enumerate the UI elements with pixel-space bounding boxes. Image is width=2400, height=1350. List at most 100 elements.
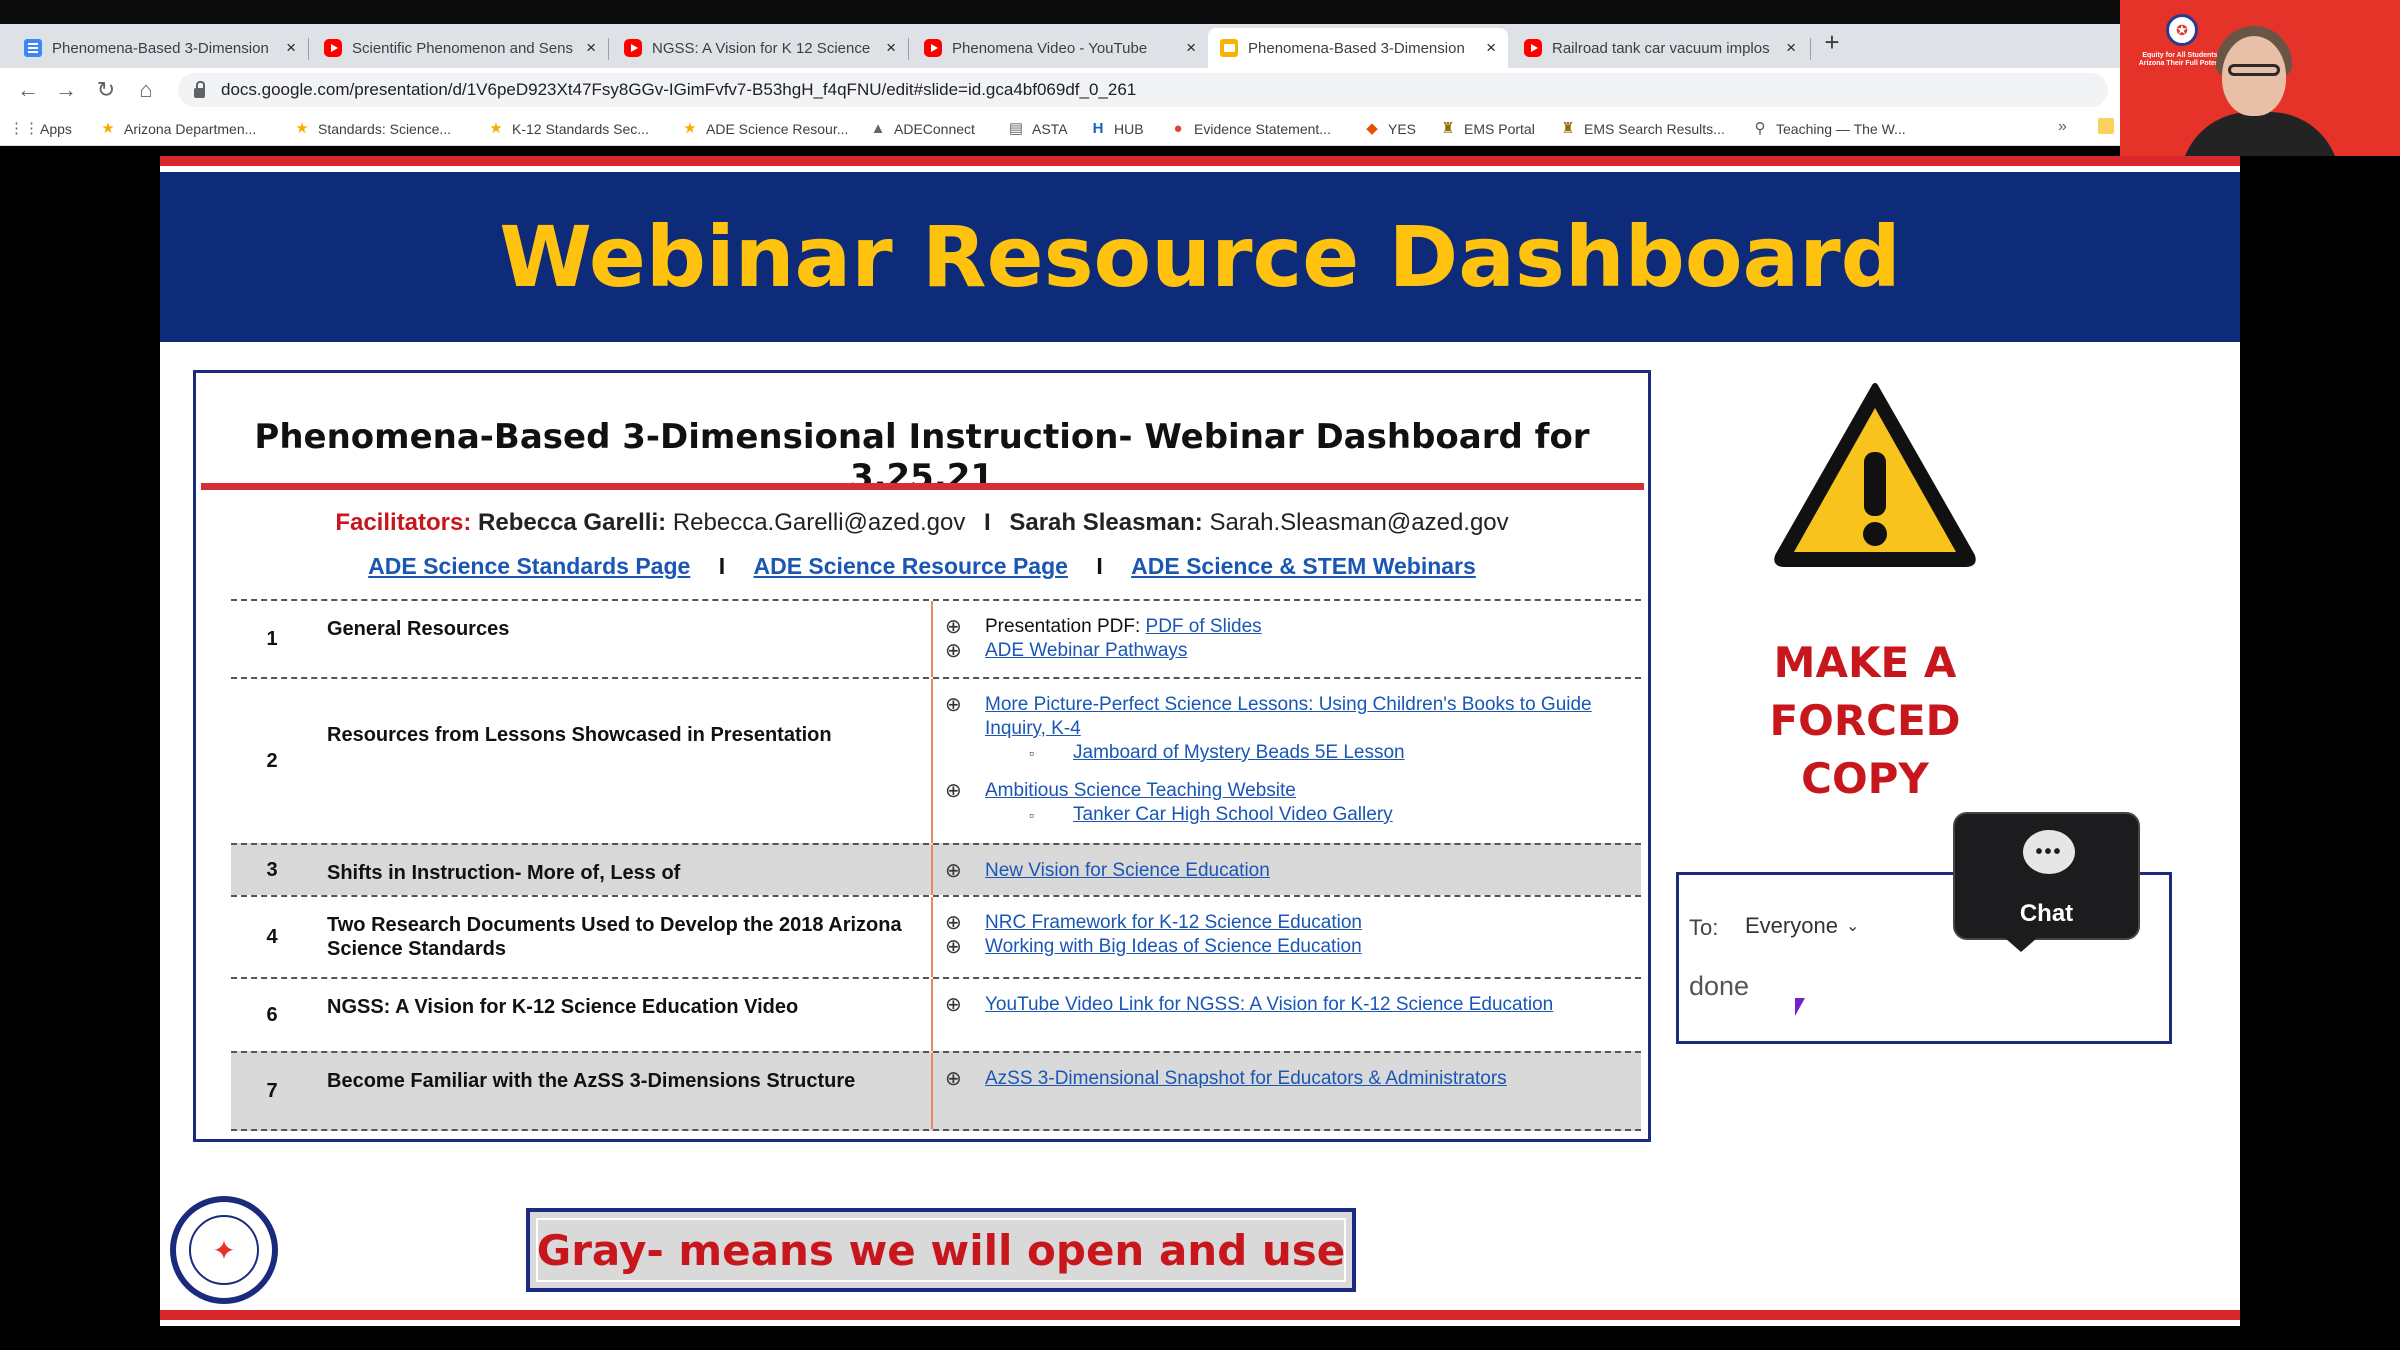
bookmark-evidence-statements[interactable]: ● Evidence Statement... [1170, 118, 1331, 140]
facilitator-separator: I [984, 509, 991, 536]
chat-recipient-select[interactable]: Everyone ⌄ [1733, 903, 1872, 949]
tab-separator [308, 38, 309, 60]
close-icon[interactable]: × [576, 38, 596, 58]
star-icon: ★ [295, 120, 309, 137]
docs-icon [24, 39, 42, 57]
row-number: 2 [266, 749, 278, 772]
bookmark-yes[interactable]: ◆ YES [1364, 118, 1416, 140]
close-icon[interactable]: × [1176, 38, 1196, 58]
tab-phenomena-video[interactable]: Phenomena Video - YouTube × [912, 28, 1208, 68]
circle-plus-bullet-icon: ⊕ [945, 780, 962, 802]
chat-button[interactable]: ••• Chat [1953, 812, 2140, 952]
gray-legend-note: Gray- means we will open and use [526, 1208, 1356, 1292]
tab-title: Scientific Phenomenon and Sens [352, 39, 573, 57]
youtube-icon [924, 39, 942, 57]
folder-icon[interactable] [2098, 118, 2114, 134]
bookmark-hub[interactable]: H HUB [1090, 118, 1144, 140]
bookmark-asta[interactable]: ▤ ASTA [1008, 118, 1068, 140]
bookmark-label: Arizona Departmen... [124, 121, 257, 137]
bookmarks-bar: ⋮⋮ Apps ★ Arizona Departmen... ★ Standar… [0, 112, 2120, 146]
resource-link[interactable]: More Picture-Perfect Science Lessons: Us… [985, 694, 1592, 739]
resource-link[interactable]: New Vision for Science Education [985, 860, 1270, 881]
ade-links-line: ADE Science Standards Page I ADE Science… [196, 553, 1648, 580]
resource-link[interactable]: AzSS 3-Dimensional Snapshot for Educator… [985, 1068, 1507, 1089]
circle-plus-bullet-icon: ⊕ [945, 912, 962, 934]
resource-link[interactable]: PDF of Slides [1146, 616, 1262, 637]
tab-phenomena-slides[interactable]: Phenomena-Based 3-Dimension × [1208, 28, 1508, 68]
close-icon[interactable]: × [276, 38, 296, 58]
bookmark-label: HUB [1114, 121, 1144, 137]
facilitator-email: Rebecca.Garelli@azed.gov [672, 509, 966, 536]
row-title: Resources from Lessons Showcased in Pres… [313, 679, 933, 843]
resource-item: ⊕ YouTube Video Link for NGSS: A Vision f… [945, 993, 1621, 1017]
resource-link[interactable]: NRC Framework for K-12 Science Education [985, 912, 1362, 933]
reload-icon[interactable]: ↻ [92, 76, 120, 104]
facilitator-name: Rebecca Garelli: [478, 509, 667, 536]
resource-link[interactable]: Working with Big Ideas of Science Educat… [985, 936, 1362, 957]
bookmark-standards-science[interactable]: ★ Standards: Science... [294, 118, 451, 140]
resource-prefix: Presentation PDF: [985, 616, 1146, 637]
resource-link[interactable]: Tanker Car High School Video Gallery [1073, 804, 1393, 825]
resource-link[interactable]: YouTube Video Link for NGSS: A Vision fo… [985, 994, 1553, 1015]
resource-item: ⊕ NRC Framework for K-12 Science Educatio… [945, 911, 1621, 935]
bookmark-ade-science-resources[interactable]: ★ ADE Science Resour... [682, 118, 848, 140]
resource-link[interactable]: ADE Webinar Pathways [985, 640, 1187, 661]
ems-icon: ♜ [1441, 120, 1455, 137]
yes-icon: ◆ [1366, 120, 1378, 137]
more-bookmarks-icon[interactable]: » [2058, 118, 2067, 136]
star-icon: ★ [489, 120, 503, 137]
hub-icon: H [1092, 120, 1104, 137]
tab-title: Phenomena-Based 3-Dimension [1248, 39, 1465, 57]
tab-title: NGSS: A Vision for K 12 Science [652, 39, 871, 57]
ade-science-resource-link[interactable]: ADE Science Resource Page [753, 553, 1067, 579]
close-icon[interactable]: × [876, 38, 896, 58]
row-title: Shifts in Instruction- More of, Less of [313, 845, 933, 895]
tab-railroad-tank-car[interactable]: Railroad tank car vacuum implos × [1512, 28, 1808, 68]
bookmark-ems-search[interactable]: ♜ EMS Search Results... [1560, 118, 1725, 140]
url-text: docs.google.com/presentation/d/1V6peD923… [221, 80, 1137, 99]
dashboard-rule [201, 483, 1644, 490]
tab-title: Phenomena Video - YouTube [952, 39, 1148, 57]
row-number: 1 [266, 627, 278, 650]
bookmark-k12-standards[interactable]: ★ K-12 Standards Sec... [488, 118, 649, 140]
ade-seal-logo: ✦ [170, 1196, 278, 1304]
facilitators-label: Facilitators: [335, 509, 472, 536]
bookmark-teaching[interactable]: ⚲ Teaching — The W... [1752, 118, 1906, 140]
address-bar[interactable]: docs.google.com/presentation/d/1V6peD923… [178, 73, 2108, 107]
resource-item: ⊕ More Picture-Perfect Science Lessons: U… [945, 693, 1621, 741]
bookmark-adeconnect[interactable]: ▲ ADEConnect [870, 118, 975, 140]
close-icon[interactable]: × [1776, 38, 1796, 58]
bookmark-label: ADEConnect [894, 121, 975, 137]
back-icon[interactable]: ← [14, 76, 42, 104]
bookmark-arizona-department[interactable]: ★ Arizona Departmen... [100, 118, 256, 140]
chat-message-input[interactable]: done [1689, 971, 1749, 1002]
tab-scientific-phenomenon[interactable]: Scientific Phenomenon and Sens × [312, 28, 608, 68]
resource-item: ⊕ Ambitious Science Teaching Website [945, 779, 1621, 803]
gray-note-text: Gray- means we will open and use [536, 1225, 1346, 1275]
pin-icon: ⚲ [1754, 120, 1766, 137]
ade-seal-icon: ✦ [189, 1215, 259, 1285]
ade-science-standards-link[interactable]: ADE Science Standards Page [368, 553, 690, 579]
window-top-bar [0, 0, 2120, 24]
close-icon[interactable]: × [1476, 38, 1496, 58]
bookmark-label: ASTA [1032, 121, 1068, 137]
resource-link[interactable]: Ambitious Science Teaching Website [985, 780, 1296, 801]
bookmark-apps[interactable]: ⋮⋮ Apps [9, 118, 72, 140]
ade-stem-webinars-link[interactable]: ADE Science & STEM Webinars [1131, 553, 1476, 579]
new-tab-button[interactable]: + [1818, 28, 1846, 56]
resource-item: ⊕ Presentation PDF: PDF of Slides [945, 615, 1621, 639]
tab-ngss-vision[interactable]: NGSS: A Vision for K 12 Science × [612, 28, 908, 68]
tab-phenomena-doc[interactable]: Phenomena-Based 3-Dimension × [12, 28, 308, 68]
resource-link[interactable]: Jamboard of Mystery Beads 5E Lesson [1073, 742, 1405, 763]
tab-separator [1810, 38, 1811, 60]
slide-title: Webinar Resource Dashboard [499, 208, 1901, 306]
slide-top-rule [160, 156, 2240, 166]
home-icon[interactable]: ⌂ [132, 76, 160, 104]
ems-icon: ♜ [1561, 120, 1575, 137]
table-row: 6 NGSS: A Vision for K-12 Science Educati… [231, 977, 1641, 1051]
resource-item: ⊕ ADE Webinar Pathways [945, 639, 1621, 663]
forward-icon[interactable]: → [52, 76, 80, 104]
bookmark-ems-portal[interactable]: ♜ EMS Portal [1440, 118, 1535, 140]
webcam-feed: ✪ Equity for All Students in Arizona The… [2120, 0, 2400, 156]
presenter-face [2222, 36, 2286, 116]
